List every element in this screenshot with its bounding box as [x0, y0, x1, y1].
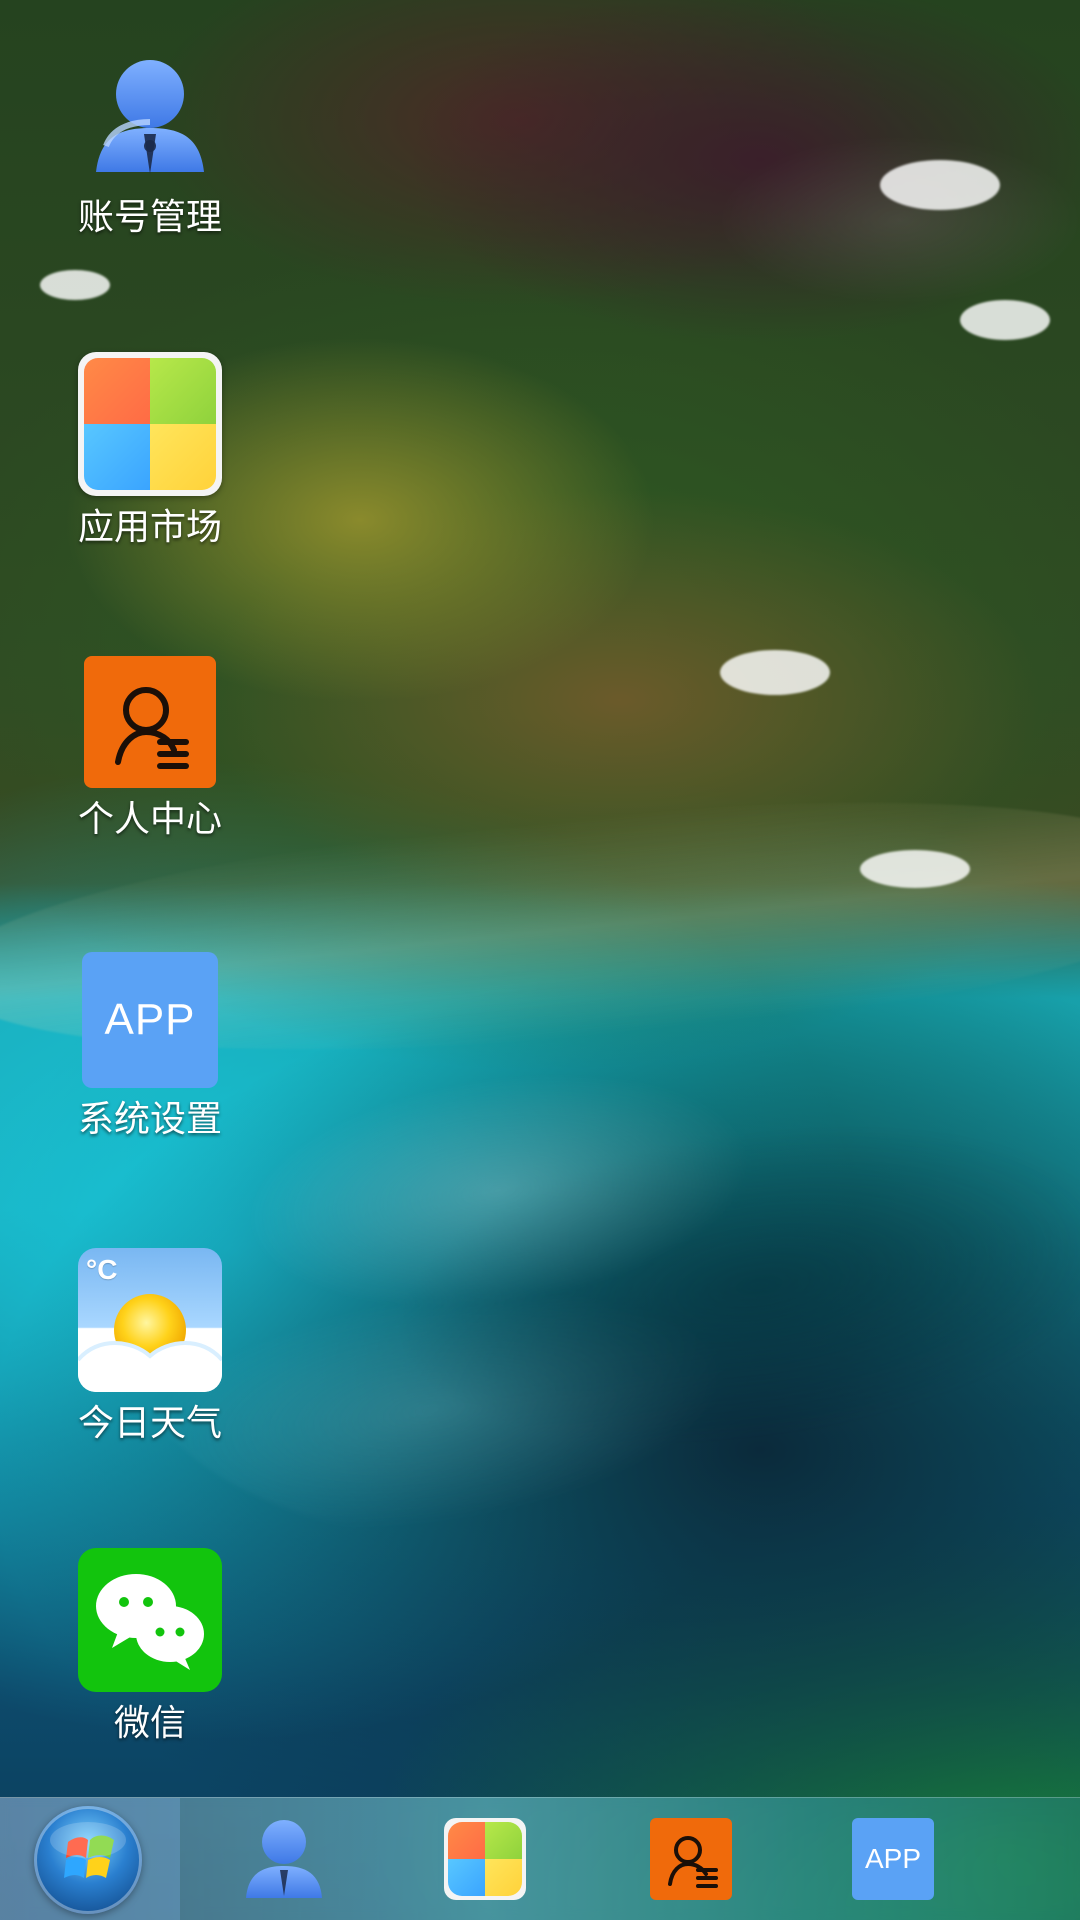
taskbar-personal-center-button[interactable]	[650, 1818, 732, 1900]
app-market-icon	[78, 352, 222, 496]
desktop-app-wechat[interactable]: 微信	[72, 1548, 228, 1746]
taskbar: APP	[0, 1797, 1080, 1920]
desktop-app-personal-center[interactable]: 个人中心	[72, 656, 228, 842]
desktop-app-label: 微信	[113, 1703, 186, 1744]
account-icon	[246, 1820, 322, 1898]
wallpaper-cloud	[860, 850, 970, 888]
personal-center-icon	[84, 656, 216, 788]
tile-green	[150, 358, 216, 424]
desktop-app-account-management[interactable]: 账号管理	[72, 42, 228, 240]
weather-icon: °C	[78, 1248, 222, 1392]
wallpaper-cloud	[40, 270, 110, 300]
tile-orange	[84, 358, 150, 424]
personal-center-glyph-icon	[115, 687, 189, 769]
app-market-tiles	[84, 358, 216, 490]
taskbar-account-button[interactable]	[238, 1812, 330, 1904]
weather-unit: °C	[86, 1254, 118, 1285]
tile-blue	[448, 1859, 485, 1896]
tile-orange	[448, 1822, 485, 1859]
taskbar-app-button[interactable]: APP	[852, 1818, 934, 1900]
wallpaper-sea-sediment	[88, 954, 1080, 1606]
account-icon	[78, 42, 222, 186]
app-icon: APP	[82, 952, 218, 1088]
wechat-icon	[78, 1548, 222, 1692]
desktop-app-label: 个人中心	[77, 799, 222, 840]
tile-green	[485, 1822, 522, 1859]
tile-yellow	[485, 1859, 522, 1896]
taskbar-app-market-button[interactable]	[444, 1818, 526, 1900]
desktop-app-label: 今日天气	[77, 1403, 222, 1444]
wallpaper-cloud	[960, 300, 1050, 340]
desktop-screen: 账号管理 应用市场 个人中心 APP 系统设置 °C 今日天气 微信 APP	[0, 0, 1080, 1920]
account-person-icon	[96, 60, 204, 174]
wallpaper-cloud	[720, 650, 830, 695]
desktop-app-app-market[interactable]: 应用市场	[72, 352, 228, 550]
desktop-app-label: 系统设置	[77, 1099, 222, 1140]
windows-logo-icon	[50, 1822, 126, 1878]
wallpaper-cloud	[880, 160, 1000, 210]
desktop-app-weather[interactable]: °C 今日天气	[72, 1248, 228, 1446]
desktop-app-label: 应用市场	[77, 507, 222, 548]
tile-yellow	[150, 424, 216, 490]
start-button-area[interactable]	[0, 1798, 180, 1920]
desktop-app-system-settings[interactable]: APP 系统设置	[72, 952, 228, 1142]
personal-center-icon	[668, 1836, 718, 1888]
tile-blue	[84, 424, 150, 490]
app-market-icon	[448, 1822, 522, 1896]
wechat-bubbles-icon	[96, 1574, 204, 1670]
windows-start-orb-icon[interactable]	[34, 1806, 142, 1914]
desktop-app-label: 账号管理	[77, 197, 222, 238]
